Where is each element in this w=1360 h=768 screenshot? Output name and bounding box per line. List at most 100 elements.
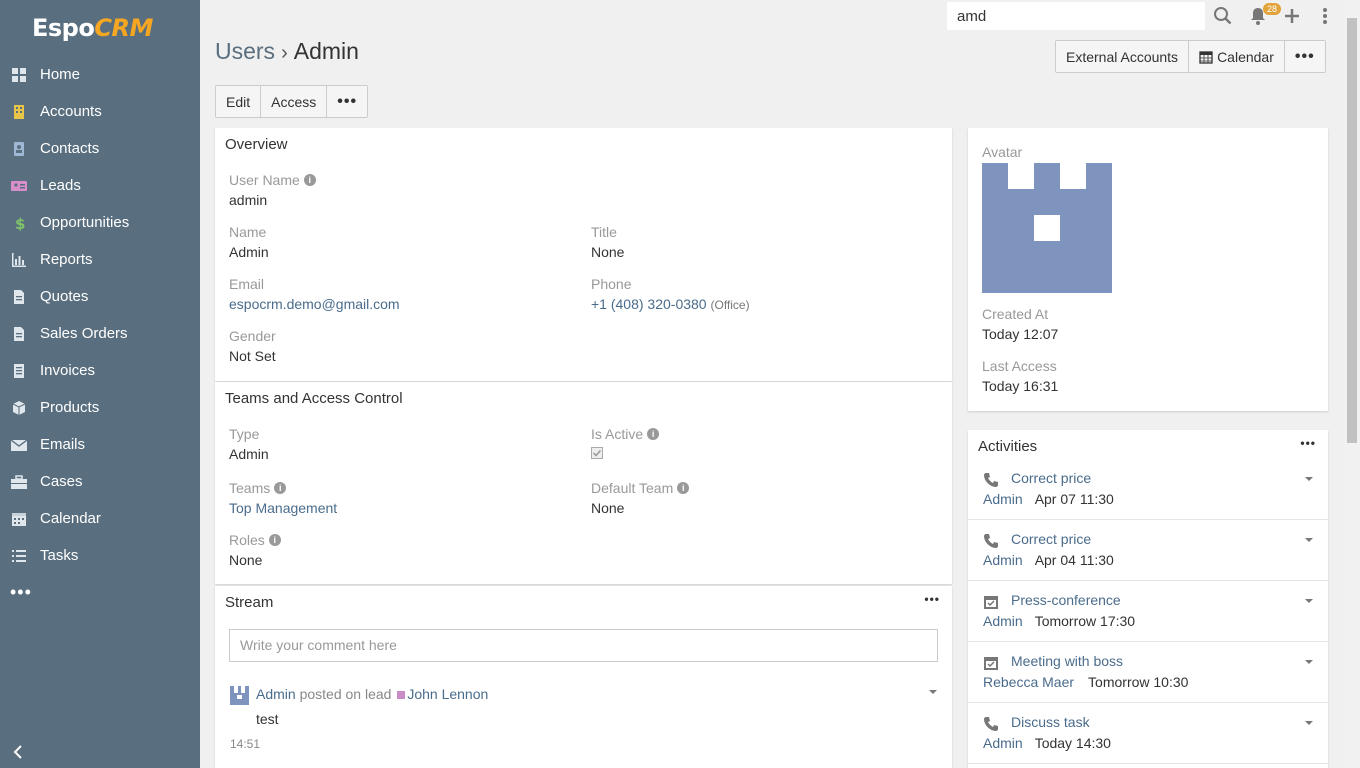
info-icon[interactable]: i [677, 482, 690, 494]
activity-item[interactable]: Discuss task Admin Today 14:30 [968, 703, 1328, 764]
activity-time: Apr 07 11:30 [1034, 491, 1114, 507]
record-name: Admin [293, 38, 359, 64]
header-more-button[interactable]: ••• [1284, 41, 1325, 72]
post-author-link[interactable]: Admin [256, 686, 296, 702]
nav-item-contacts[interactable]: Contacts [0, 130, 200, 167]
caret-down-icon[interactable] [1304, 596, 1314, 606]
field-label: Created At [982, 306, 1049, 322]
document-icon [10, 325, 28, 343]
list-icon [10, 547, 28, 565]
info-icon[interactable]: i [647, 428, 660, 440]
activity-title-link[interactable]: Discuss task [1011, 714, 1090, 730]
activities-more-button[interactable]: ••• [1300, 436, 1316, 450]
info-icon[interactable]: i [268, 534, 281, 546]
nav-item-reports[interactable]: Reports [0, 241, 200, 278]
nav-label: Invoices [40, 362, 96, 379]
external-accounts-button[interactable]: External Accounts [1056, 41, 1190, 72]
nav-item-sales-orders[interactable]: Sales Orders [0, 315, 200, 352]
vertical-menu-icon[interactable] [1315, 6, 1335, 26]
post-header: Admin posted on lead John Lennon [256, 686, 489, 702]
scrollbar-thumb[interactable] [1347, 18, 1357, 443]
nav-item-products[interactable]: Products [0, 389, 200, 426]
record-button-group: Edit Access ••• [215, 85, 369, 118]
post-text: test [256, 711, 279, 727]
collapse-sidebar-icon[interactable] [10, 744, 26, 760]
page-scrollbar[interactable] [1344, 0, 1360, 768]
caret-down-icon[interactable] [928, 688, 938, 696]
activity-title-link[interactable]: Correct price [1011, 531, 1091, 547]
nav-label: Home [40, 66, 81, 83]
activity-title-link[interactable]: Correct price [1011, 470, 1091, 486]
nav-more-button[interactable]: ••• [0, 574, 200, 611]
phone-icon [984, 717, 998, 731]
team-link[interactable]: Top Management [229, 500, 337, 516]
nav-item-opportunities[interactable]: $ Opportunities [0, 204, 200, 241]
comment-input[interactable]: Write your comment here [229, 629, 938, 662]
user-name-value: admin [229, 192, 268, 208]
nav-item-accounts[interactable]: Accounts [0, 93, 200, 130]
nav-item-cases[interactable]: Cases [0, 463, 200, 500]
nav-label: Contacts [40, 140, 100, 157]
activity-item[interactable]: Correct price Admin Apr 04 11:30 [968, 520, 1328, 581]
nav-item-tasks[interactable]: Tasks [0, 537, 200, 574]
field-label: Name [229, 224, 267, 240]
record-more-button[interactable]: ••• [327, 86, 368, 117]
building-icon [10, 103, 28, 121]
bar-chart-icon [10, 251, 28, 269]
global-search-input[interactable] [947, 2, 1205, 30]
activity-title-link[interactable]: Meeting with boss [1011, 653, 1123, 669]
app-logo[interactable]: EspoCRM [0, 0, 200, 56]
activity-user-link[interactable]: Admin [983, 735, 1023, 751]
activity-time: Today 14:30 [1034, 735, 1111, 751]
email-link[interactable]: espocrm.demo@gmail.com [229, 296, 400, 312]
panel-title: Overview [225, 136, 288, 153]
activity-user-link[interactable]: Rebecca Maer [983, 674, 1074, 690]
breadcrumb-users[interactable]: Users [215, 38, 275, 64]
nav-item-leads[interactable]: Leads [0, 167, 200, 204]
activity-user-link[interactable]: Admin [983, 552, 1023, 568]
post-time: 14:51 [230, 737, 261, 751]
lead-link[interactable]: John Lennon [407, 686, 488, 702]
nav-label: Calendar [40, 510, 101, 527]
info-icon[interactable]: i [274, 482, 287, 494]
nav-label: Cases [40, 473, 83, 490]
nav-item-quotes[interactable]: Quotes [0, 278, 200, 315]
notification-badge: 28 [1263, 3, 1282, 15]
activity-time: Apr 04 11:30 [1034, 552, 1114, 568]
access-button[interactable]: Access [261, 86, 328, 117]
caret-down-icon[interactable] [1304, 535, 1314, 545]
caret-down-icon[interactable] [1304, 718, 1314, 728]
calendar-button[interactable]: Calendar [1189, 41, 1285, 72]
field-label: Avatar [982, 144, 1023, 160]
avatar [982, 163, 1112, 293]
svg-text:$: $ [15, 215, 25, 231]
type-value: Admin [229, 446, 269, 462]
activity-user-link[interactable]: Admin [983, 613, 1023, 629]
nav-label: Emails [40, 436, 86, 453]
activity-item[interactable]: Press-conference Admin Tomorrow 17:30 [968, 581, 1328, 642]
contact-icon [10, 140, 28, 158]
nav-item-invoices[interactable]: Invoices [0, 352, 200, 389]
plus-icon[interactable] [1282, 6, 1302, 26]
edit-button[interactable]: Edit [216, 86, 262, 117]
activity-user-link[interactable]: Admin [983, 491, 1023, 507]
activity-item[interactable]: Meeting with boss Rebecca Maer Tomorrow 1… [968, 642, 1328, 703]
phone-icon [984, 534, 998, 548]
nav-item-calendar[interactable]: Calendar [0, 500, 200, 537]
nav-item-home[interactable]: Home [0, 56, 200, 93]
phone-link[interactable]: +1 (408) 320-0380 [591, 296, 707, 312]
caret-down-icon[interactable] [1304, 474, 1314, 484]
search-icon[interactable] [1213, 6, 1233, 26]
is-active-checkbox [591, 446, 659, 462]
field-label: Phone [591, 276, 632, 292]
title-value: None [591, 244, 625, 260]
caret-down-icon[interactable] [1304, 657, 1314, 667]
info-icon[interactable]: i [303, 174, 316, 186]
stream-more-button[interactable]: ••• [924, 592, 940, 606]
nav-item-emails[interactable]: Emails [0, 426, 200, 463]
activity-item[interactable]: Correct price Admin Apr 07 11:30 [968, 459, 1328, 520]
receipt-icon [10, 362, 28, 380]
activity-title-link[interactable]: Press-conference [1011, 592, 1121, 608]
default-team-value: None [591, 500, 625, 516]
lead-badge-icon [397, 691, 406, 699]
